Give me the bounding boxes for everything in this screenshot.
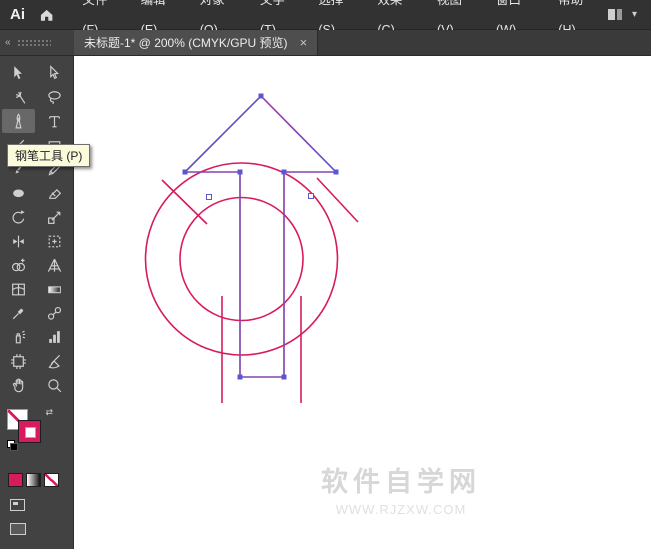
zoom-tool[interactable] [38, 373, 71, 397]
gradient-button[interactable] [26, 473, 41, 487]
default-fill-stroke-icon[interactable] [7, 440, 18, 451]
panel-grip-dots[interactable] [16, 38, 51, 47]
tick-upper-right[interactable] [316, 177, 359, 223]
document-tab-label: 未标题-1* @ 200% (CMYK/GPU 预览) [84, 36, 288, 50]
artboard-canvas[interactable]: 软件自学网 WWW.RJZXW.COM [74, 56, 651, 549]
collapse-panel-icon[interactable]: « [5, 37, 11, 48]
tools-panel: ⇄ [0, 56, 74, 549]
icon-blend [46, 305, 63, 322]
pen-tool[interactable] [2, 109, 35, 133]
menu-list: 文件(F)编辑(E)对象(O)文字(T)选择(S)效果(C)视图(V)窗口(W)… [72, 0, 608, 37]
hand-tool[interactable] [2, 373, 35, 397]
rotate-tool[interactable] [2, 205, 35, 229]
icon-selection [10, 65, 27, 82]
icon-mesh [10, 281, 27, 298]
icon-zoom [46, 377, 63, 394]
arrow-path[interactable] [183, 94, 338, 378]
workspace-switcher-icon[interactable] [607, 9, 622, 20]
icon-direct-selection [46, 65, 63, 82]
home-icon[interactable] [39, 7, 54, 23]
icon-perspective-grid [46, 257, 63, 274]
width-tool[interactable] [2, 229, 35, 253]
perspective-grid-tool[interactable] [38, 253, 71, 277]
icon-column-graph [46, 329, 63, 346]
color-button[interactable] [8, 473, 23, 487]
icon-width [10, 233, 27, 250]
arrow-selection-path[interactable] [183, 95, 338, 378]
icon-scale [46, 209, 63, 226]
blend-tool[interactable] [38, 301, 71, 325]
none-button[interactable] [44, 473, 59, 487]
app-logo: Ai [10, 6, 25, 23]
icon-type [46, 113, 63, 130]
free-transform-tool[interactable] [38, 229, 71, 253]
drawing-mode-button[interactable] [10, 499, 25, 511]
tool-grid [0, 61, 73, 397]
fill-stroke-widget: ⇄ [7, 407, 55, 451]
icon-artboard [10, 353, 27, 370]
direct-selection-tool[interactable] [38, 61, 71, 85]
eraser-tool[interactable] [38, 181, 71, 205]
gradient-tool[interactable] [38, 277, 71, 301]
screen-mode-button[interactable] [10, 523, 26, 535]
icon-pen [10, 113, 27, 130]
menubar-right: ▾ [607, 9, 651, 20]
eyedropper-tool[interactable] [2, 301, 35, 325]
stroke-swatch[interactable] [18, 420, 41, 443]
icon-eraser [46, 185, 63, 202]
scale-tool[interactable] [38, 205, 71, 229]
icon-gradient [46, 281, 63, 298]
color-mode-row [8, 473, 73, 487]
icon-lasso [46, 89, 63, 106]
icon-free-transform [46, 233, 63, 250]
icon-blob-brush [10, 185, 27, 202]
pen-tool-tooltip: 钢笔工具 (P) [7, 144, 91, 167]
icon-rotate [10, 209, 27, 226]
icon-hand [10, 377, 27, 394]
lasso-tool[interactable] [38, 85, 71, 109]
slice-tool[interactable] [38, 349, 71, 373]
main-area: ⇄ 软件自学网 WWW.RJZXW.COM [0, 56, 651, 549]
document-tab[interactable]: 未标题-1* @ 200% (CMYK/GPU 预览) × [74, 30, 319, 55]
symbol-sprayer-tool[interactable] [2, 325, 35, 349]
artboard-tool[interactable] [2, 349, 35, 373]
artwork [144, 93, 359, 403]
mesh-tool[interactable] [2, 277, 35, 301]
shape-builder-tool[interactable] [2, 253, 35, 277]
tools-panel-header[interactable]: « [0, 30, 74, 55]
icon-magic-wand [10, 89, 27, 106]
magic-wand-tool[interactable] [2, 85, 35, 109]
menubar: Ai 文件(F)编辑(E)对象(O)文字(T)选择(S)效果(C)视图(V)窗口… [0, 0, 651, 37]
tabbar: « 未标题-1* @ 200% (CMYK/GPU 预览) × [0, 30, 651, 56]
tab-close-icon[interactable]: × [300, 35, 308, 50]
swap-fill-stroke-icon[interactable]: ⇄ [45, 407, 53, 418]
selection-tool[interactable] [2, 61, 35, 85]
column-graph-tool[interactable] [38, 325, 71, 349]
blob-brush-tool[interactable] [2, 181, 35, 205]
icon-shape-builder [10, 257, 27, 274]
anchor-points[interactable] [182, 93, 339, 380]
icon-slice [46, 353, 63, 370]
type-tool[interactable] [38, 109, 71, 133]
illustrator-window: Ai 文件(F)编辑(E)对象(O)文字(T)选择(S)效果(C)视图(V)窗口… [0, 0, 651, 549]
tick-upper-left[interactable] [161, 179, 208, 225]
icon-symbol-sprayer [10, 329, 27, 346]
chevron-down-icon[interactable]: ▾ [632, 9, 637, 20]
icon-eyedropper [10, 305, 27, 322]
